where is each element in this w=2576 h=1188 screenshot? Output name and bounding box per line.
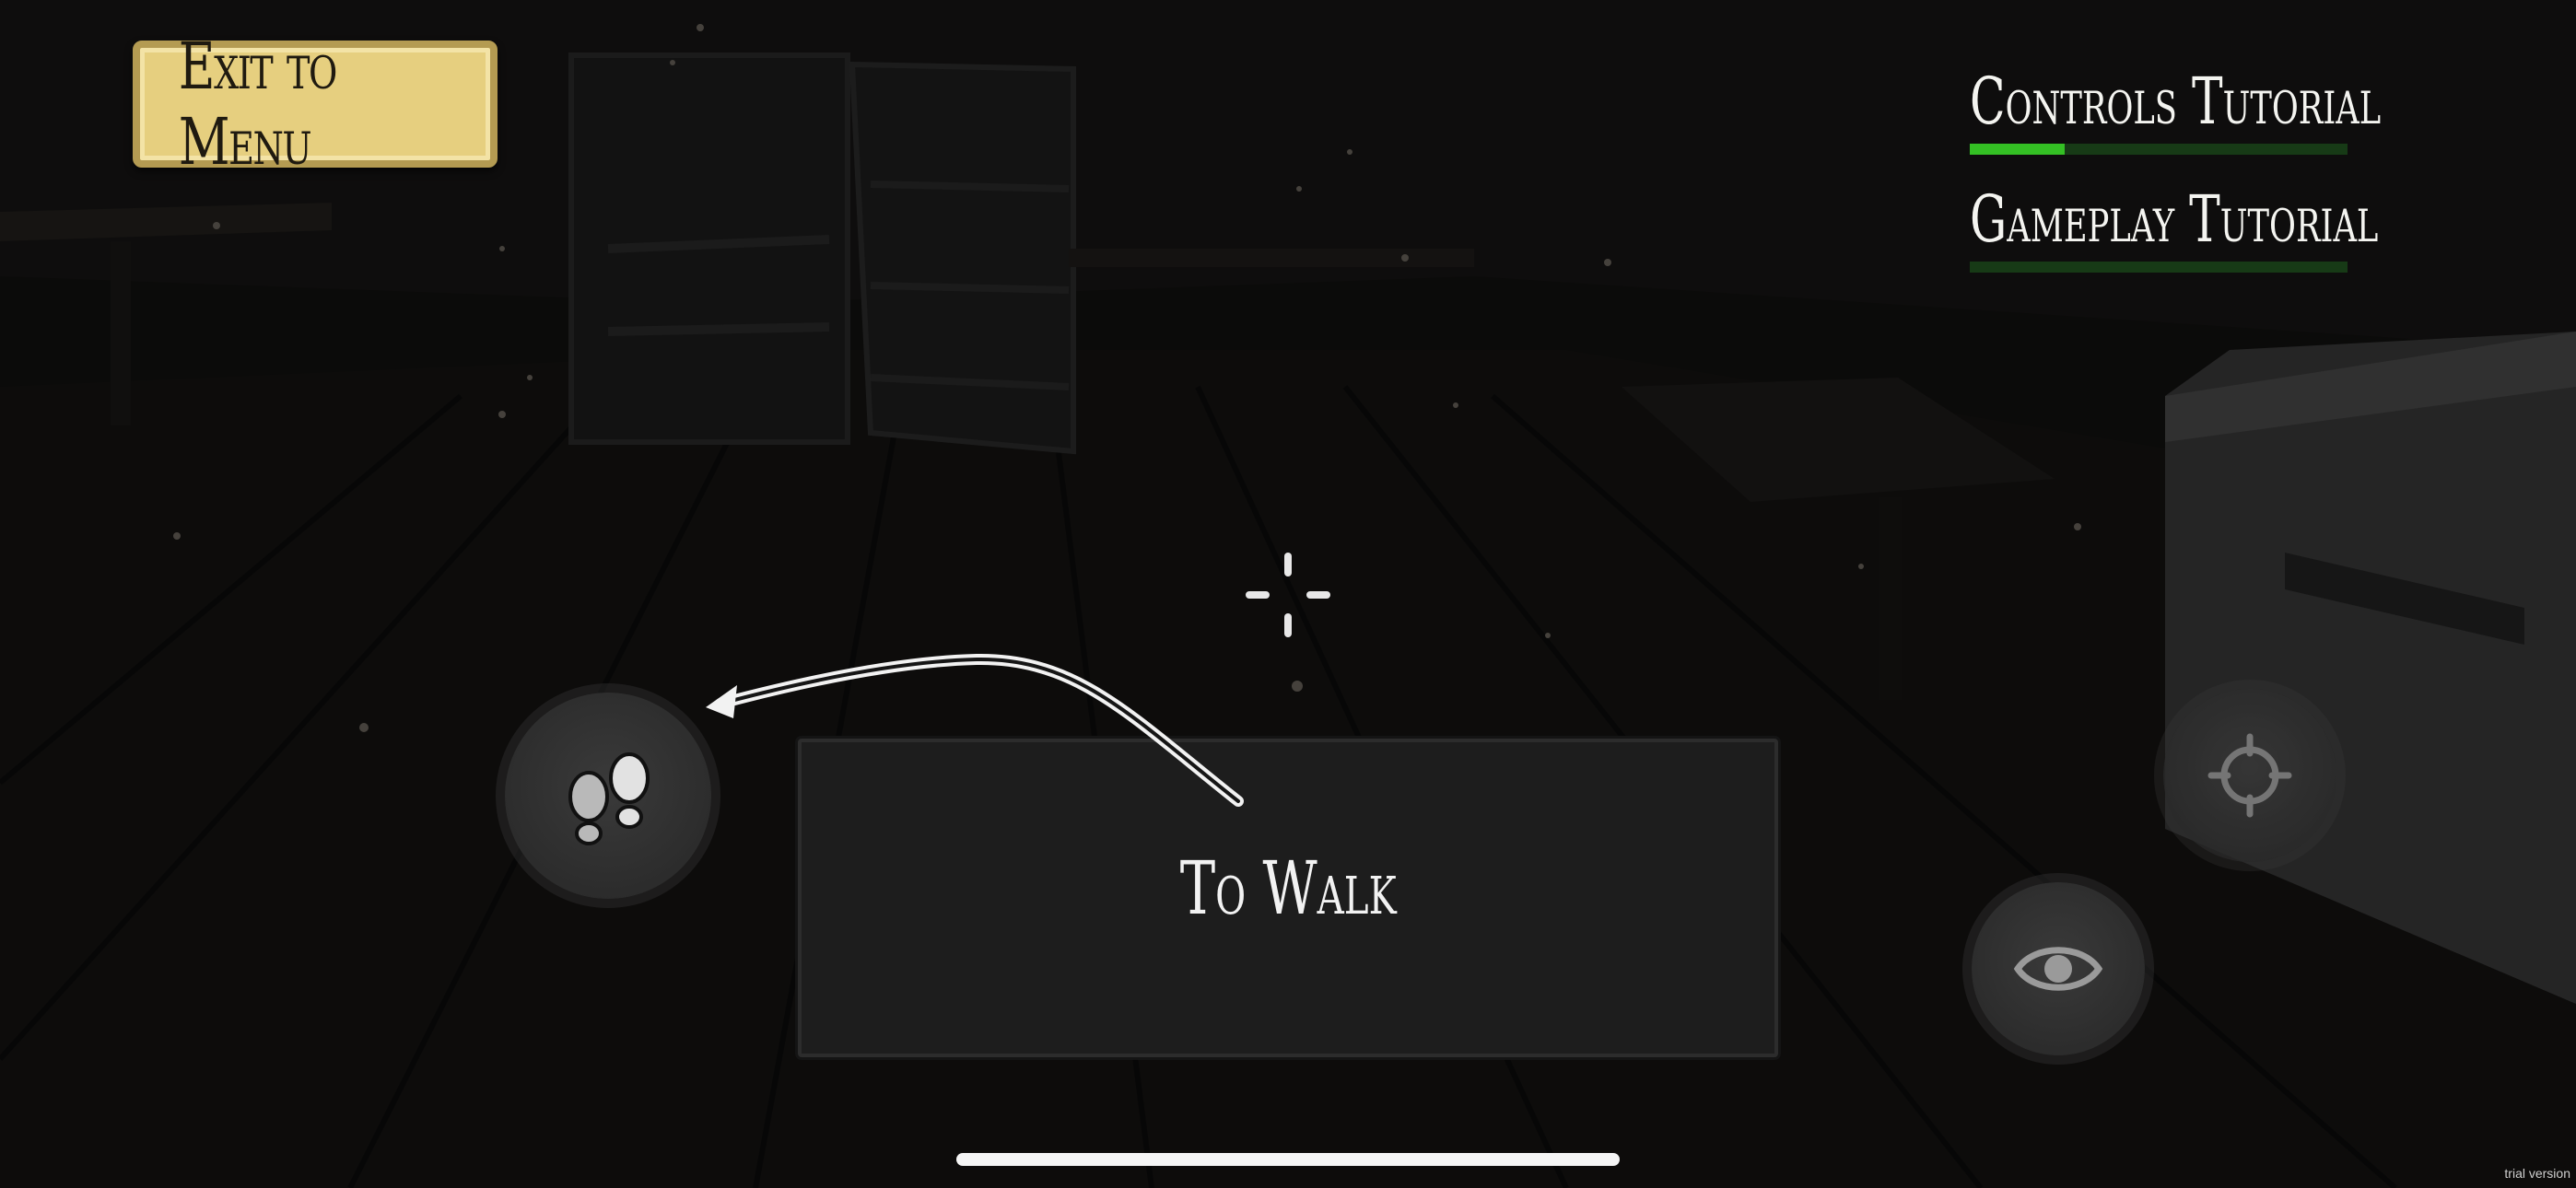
game-viewport[interactable]: Exit to Menu Controls Tutorial Gameplay … — [0, 0, 2576, 1188]
crosshair-icon — [1246, 553, 1330, 637]
tutorial-progress-track — [1970, 262, 2348, 273]
look-button[interactable] — [1972, 882, 2145, 1055]
tutorial-item-gameplay[interactable]: Gameplay Tutorial — [1970, 182, 2378, 273]
tutorial-list: Controls Tutorial Gameplay Tutorial — [1970, 64, 2381, 300]
aim-button[interactable] — [2163, 689, 2336, 862]
crosshair-target-icon — [2207, 733, 2292, 818]
footprints-icon — [568, 752, 650, 845]
tutorial-progress-track — [1970, 144, 2348, 155]
tutorial-arrow-icon — [706, 653, 1244, 807]
exit-to-menu-button[interactable]: Exit to Menu — [133, 29, 498, 180]
tutorial-progress-fill — [1970, 144, 2065, 155]
exit-to-menu-label: Exit to Menu — [178, 29, 337, 180]
tutorial-label: Controls Tutorial — [1970, 64, 2382, 139]
tutorial-label: Gameplay Tutorial — [1970, 181, 2379, 257]
walk-button[interactable] — [505, 693, 711, 899]
home-indicator[interactable] — [956, 1153, 1620, 1166]
trial-watermark: trial version — [2504, 1166, 2570, 1181]
tutorial-item-controls[interactable]: Controls Tutorial — [1970, 64, 2381, 155]
eye-icon — [2013, 947, 2103, 991]
